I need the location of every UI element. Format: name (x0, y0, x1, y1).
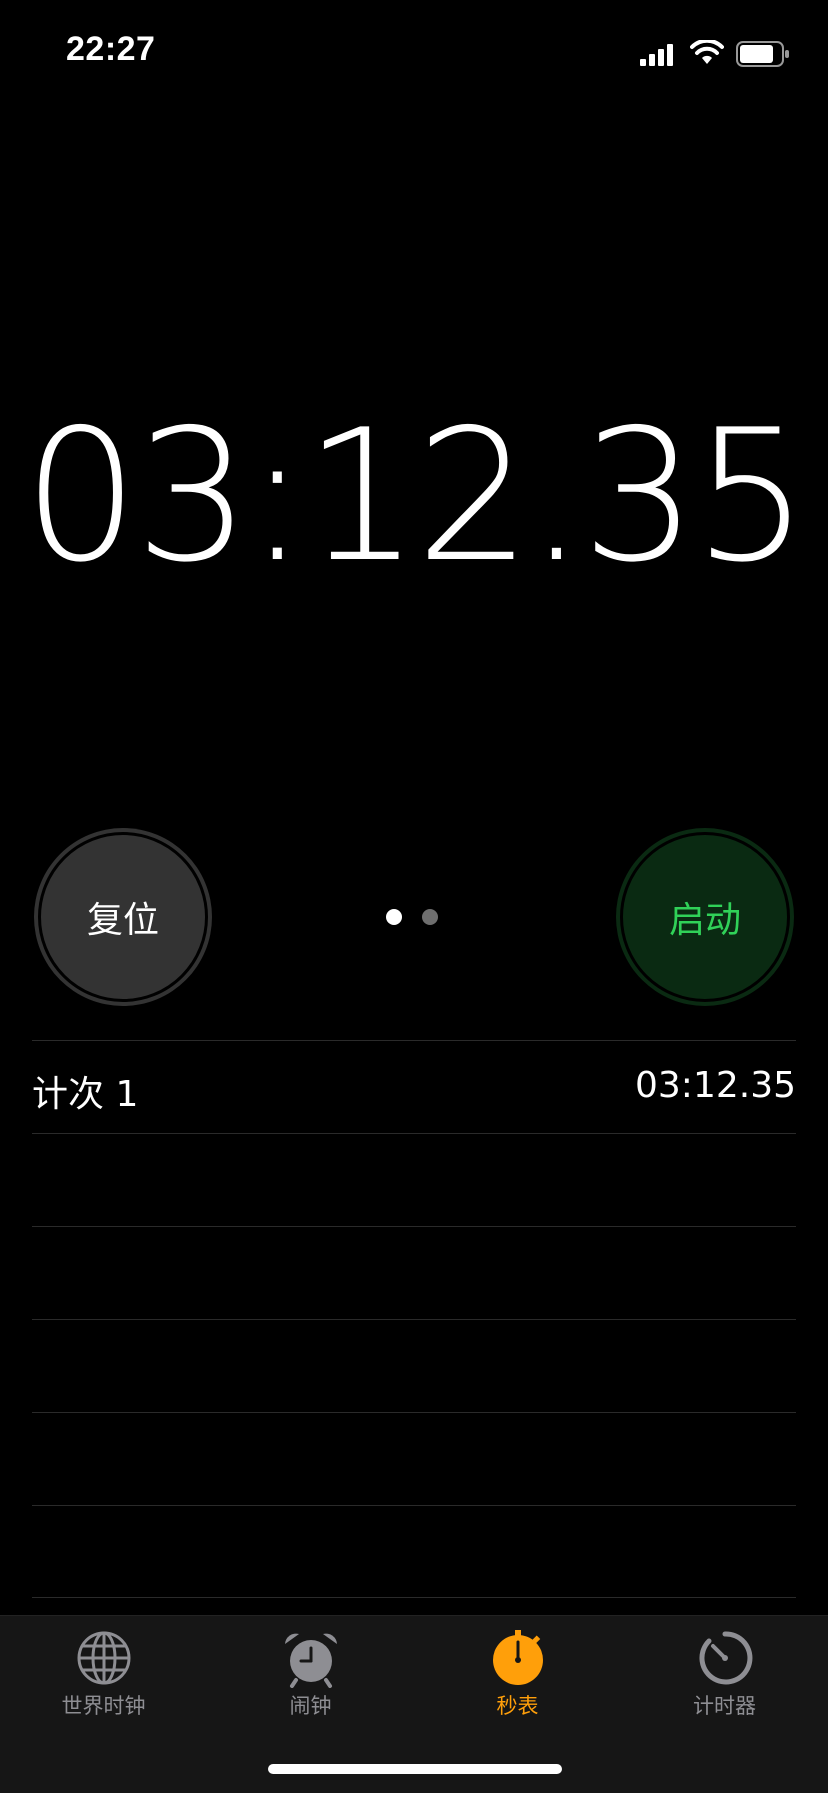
home-indicator[interactable] (268, 1764, 562, 1774)
reset-button[interactable]: 复位 (34, 828, 212, 1006)
tab-label: 世界时钟 (61, 1694, 146, 1718)
tab-stopwatch[interactable]: 秒表 (414, 1628, 621, 1720)
tab-timer[interactable]: 计时器 (621, 1628, 828, 1720)
tab-label: 闹钟 (289, 1694, 332, 1718)
laps-list[interactable]: 计次 1 03:12.35 (32, 1040, 796, 1598)
lap-row (32, 1226, 796, 1319)
tab-label: 秒表 (496, 1694, 539, 1718)
tab-label: 计时器 (693, 1694, 756, 1718)
lap-time: 03:12.35 (635, 1065, 796, 1106)
status-bar: 22:27 (0, 0, 828, 100)
battery-icon (736, 41, 789, 67)
cellular-signal-icon (640, 44, 673, 66)
start-button-label: 启动 (620, 832, 790, 1002)
globe-icon (77, 1631, 130, 1685)
lap-row (32, 1505, 796, 1598)
page-dot-active (386, 909, 402, 925)
page-dot-inactive (422, 909, 438, 925)
status-icons (640, 38, 790, 68)
tab-alarm[interactable]: 闹钟 (207, 1628, 414, 1720)
lap-row (32, 1412, 796, 1505)
stopwatch-icon (492, 1630, 543, 1685)
tab-world-clock[interactable]: 世界时钟 (0, 1628, 207, 1720)
tab-bar: 世界时钟 闹钟 秒表 计时器 (0, 1615, 828, 1793)
start-button[interactable]: 启动 (616, 828, 794, 1006)
lap-row (32, 1319, 796, 1412)
lap-label: 计次 1 (32, 1074, 139, 1115)
timer-icon (698, 1631, 752, 1685)
wifi-icon (690, 40, 724, 64)
alarm-clock-icon (284, 1633, 337, 1688)
stopwatch-display: 03:12.35 (23, 390, 809, 602)
page-indicator[interactable] (386, 909, 446, 927)
status-time: 22:27 (66, 30, 156, 68)
lap-row: 计次 1 03:12.35 (32, 1040, 796, 1133)
lap-row (32, 1133, 796, 1226)
reset-button-label: 复位 (38, 832, 208, 1002)
